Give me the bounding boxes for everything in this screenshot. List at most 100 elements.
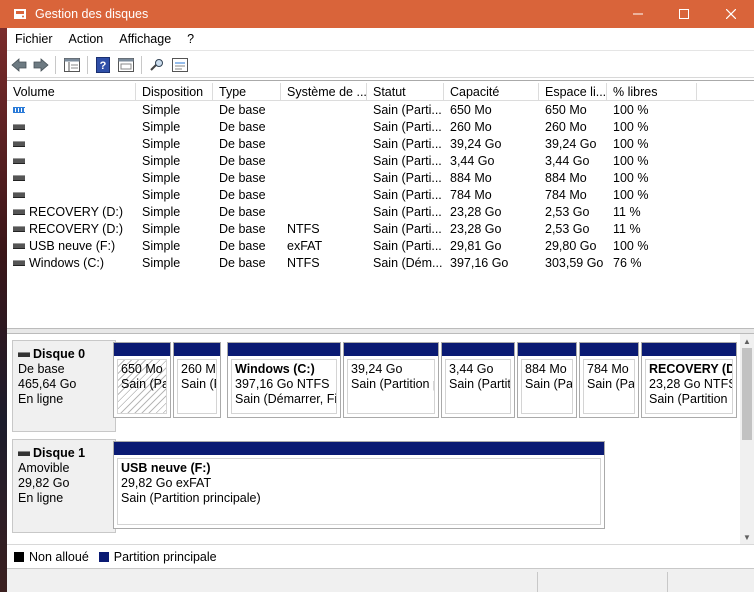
title-bar: Gestion des disques: [0, 0, 754, 28]
table-row[interactable]: RECOVERY (D:) Simple De base NTFS Sain (Part…: [7, 221, 754, 238]
column-espace-libre[interactable]: Espace li...: [539, 83, 607, 101]
partition-line2: Sain (P: [181, 377, 216, 391]
partition-line1: 784 Mo: [587, 362, 629, 376]
cell-type: De base: [213, 170, 281, 187]
cell-text: 2,53 Go: [545, 222, 590, 236]
volume-icon: [13, 191, 25, 198]
table-row[interactable]: Simple De base Sain (Parti... 650 Mo 650 Mo 1…: [7, 102, 754, 119]
partition-block[interactable]: Windows (C:) 397,16 Go NTFS Sain (Démarrer…: [227, 342, 341, 418]
cell-text: De base: [219, 137, 266, 151]
rescan-icon[interactable]: [148, 56, 166, 74]
partition-block[interactable]: 260 MoSain (P: [173, 342, 221, 418]
disk-status: En ligne: [18, 392, 64, 406]
partition-line1: 3,44 Go: [449, 362, 494, 376]
cell-libres: 11 %: [607, 204, 697, 221]
scroll-down-icon[interactable]: ▼: [740, 531, 754, 543]
vertical-scrollbar[interactable]: ▲ ▼: [740, 334, 754, 544]
scroll-up-icon[interactable]: ▲: [740, 335, 754, 347]
refresh-icon[interactable]: [171, 56, 189, 74]
partition-block[interactable]: RECOVERY (D: 23,28 Go NTFS Sain (Partition: [641, 342, 737, 418]
partition-line2: Sain (Partition principale): [121, 491, 261, 505]
menu-help[interactable]: ?: [179, 28, 202, 50]
table-row[interactable]: RECOVERY (D:) Simple De base Sain (Parti...…: [7, 204, 754, 221]
volume-icon: [13, 259, 25, 266]
cell-type: De base: [213, 255, 281, 272]
disk-size: 29,82 Go: [18, 476, 70, 490]
cell-text: Sain (Parti...: [373, 171, 442, 185]
cell-volume: RECOVERY (D:): [7, 204, 136, 221]
cell-text: 884 Mo: [450, 171, 492, 185]
disk-1-label[interactable]: Disque 1 Amovible 29,82 Go En ligne: [12, 439, 116, 533]
table-row[interactable]: Simple De base Sain (Parti... 39,24 Go 39,24…: [7, 136, 754, 153]
cell-text: RECOVERY (D:): [29, 205, 124, 219]
cell-text: 11 %: [613, 222, 641, 236]
column-pourcent-libres[interactable]: % libres: [607, 83, 697, 101]
menu-affichage[interactable]: Affichage: [111, 28, 179, 50]
column-capacite[interactable]: Capacité: [444, 83, 539, 101]
cell-text: 39,24 Go: [450, 137, 502, 151]
table-row[interactable]: USB neuve (F:) Simple De base exFAT Sain (Pa…: [7, 238, 754, 255]
disk-name: Disque 1: [33, 446, 86, 460]
partition-line2: Sain (Par: [587, 377, 635, 391]
cell-text: USB neuve (F:): [29, 239, 116, 253]
partition-line1: 884 Mo: [525, 362, 567, 376]
column-filesystem[interactable]: Système de ...: [281, 83, 367, 101]
properties-icon[interactable]: [117, 56, 135, 74]
column-type[interactable]: Type: [213, 83, 281, 101]
minimize-button[interactable]: [615, 0, 661, 28]
column-disposition[interactable]: Disposition: [136, 83, 213, 101]
cell-espace: 2,53 Go: [539, 204, 607, 221]
partition-line2: Sain (Démarrer, Fich: [235, 392, 337, 406]
cell-text: De base: [219, 205, 266, 219]
cell-statut: Sain (Parti...: [367, 238, 444, 255]
cell-volume: [7, 119, 136, 136]
cell-volume: RECOVERY (D:): [7, 221, 136, 238]
cell-text: Sain (Parti...: [373, 137, 442, 151]
menu-fichier[interactable]: Fichier: [7, 28, 61, 50]
cell-volume: [7, 136, 136, 153]
column-volume[interactable]: Volume: [7, 83, 136, 101]
partition-block[interactable]: 39,24 Go Sain (Partition p: [343, 342, 439, 418]
console-tree-icon[interactable]: [63, 56, 81, 74]
forward-icon[interactable]: [32, 56, 50, 74]
scrollbar-thumb[interactable]: [742, 348, 752, 440]
cell-espace: 2,53 Go: [539, 221, 607, 238]
back-icon[interactable]: [10, 56, 28, 74]
partition-type-bar: [174, 343, 220, 356]
partition-line2: Sain (Par: [525, 377, 573, 391]
help-icon[interactable]: ?: [94, 56, 112, 74]
partition-block[interactable]: 884 Mo Sain (Par: [517, 342, 577, 418]
toolbar: ?: [7, 50, 754, 78]
partition-block[interactable]: 784 Mo Sain (Par: [579, 342, 639, 418]
cell-libres: 100 %: [607, 153, 697, 170]
cell-text: Sain (Parti...: [373, 103, 442, 117]
table-row[interactable]: Simple De base Sain (Parti... 260 Mo 260 Mo 1…: [7, 119, 754, 136]
partition-block[interactable]: USB neuve (F:) 29,82 Go exFAT Sain (Partit…: [113, 441, 605, 529]
cell-fs: exFAT: [281, 238, 367, 255]
cell-type: De base: [213, 119, 281, 136]
cell-capacite: 23,28 Go: [444, 204, 539, 221]
cell-fs: [281, 187, 367, 204]
cell-libres: 100 %: [607, 102, 697, 119]
cell-fs: [281, 170, 367, 187]
cell-espace: 260 Mo: [539, 119, 607, 136]
cell-disposition: Simple: [136, 238, 213, 255]
column-statut[interactable]: Statut: [367, 83, 444, 101]
toolbar-separator: [87, 56, 88, 74]
toolbar-separator: [55, 56, 56, 74]
partition-type-bar: [344, 343, 438, 356]
table-row[interactable]: Simple De base Sain (Parti... 784 Mo 784 Mo 1…: [7, 187, 754, 204]
table-row[interactable]: Simple De base Sain (Parti... 3,44 Go 3,44 G…: [7, 153, 754, 170]
close-button[interactable]: [708, 0, 754, 28]
cell-volume: [7, 170, 136, 187]
disk-0-label[interactable]: Disque 0 De base 465,64 Go En ligne: [12, 340, 116, 432]
partition-block[interactable]: 650 MoSain (Par: [113, 342, 171, 418]
partition-block[interactable]: 3,44 Go Sain (Partiti: [441, 342, 515, 418]
maximize-button[interactable]: [661, 0, 707, 28]
menu-action[interactable]: Action: [61, 28, 112, 50]
table-row[interactable]: Simple De base Sain (Parti... 884 Mo 884 Mo 1…: [7, 170, 754, 187]
disk-status: En ligne: [18, 491, 64, 505]
cell-text: 303,59 Go: [545, 256, 604, 270]
table-row[interactable]: Windows (C:) Simple De base NTFS Sain (Dém..…: [7, 255, 754, 272]
cell-volume: USB neuve (F:): [7, 238, 136, 255]
